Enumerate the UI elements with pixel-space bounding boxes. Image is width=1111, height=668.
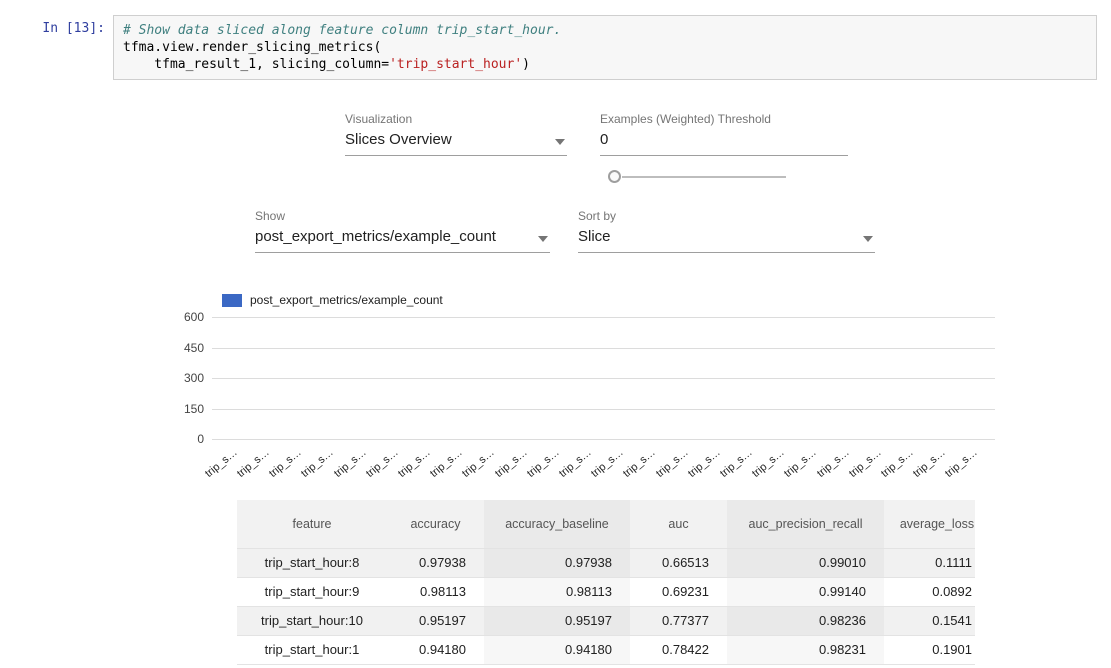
sort-by-value: Slice: [578, 228, 611, 245]
metric-cell: 0.97938: [484, 548, 630, 577]
metric-cell: 0.77377: [630, 606, 727, 635]
slider-thumb[interactable]: [608, 170, 621, 183]
chevron-down-icon: [538, 236, 548, 242]
metric-cell: 0.0892: [884, 577, 975, 606]
y-axis: 0150300450600: [158, 317, 204, 439]
legend-swatch: [222, 294, 242, 307]
code-line-2: tfma.view.render_slicing_metrics(: [123, 40, 381, 55]
visualization-control: Visualization Slices Overview: [345, 112, 567, 156]
visualization-value: Slices Overview: [345, 131, 452, 148]
metric-cell: 0.78422: [630, 635, 727, 664]
code-line-3-pre: tfma_result_1, slicing_column=: [123, 57, 389, 72]
metric-cell: 0.95197: [387, 606, 484, 635]
threshold-slider[interactable]: [608, 169, 786, 185]
metric-cell: 0.98231: [727, 635, 884, 664]
table-body: trip_start_hour:80.979380.979380.665130.…: [237, 548, 975, 664]
code-editor[interactable]: # Show data sliced along feature column …: [123, 22, 1087, 73]
column-header: auc: [630, 500, 727, 548]
metric-cell: 0.1901: [884, 635, 975, 664]
y-tick-label: 0: [158, 432, 204, 446]
threshold-value: 0: [600, 131, 608, 148]
show-value: post_export_metrics/example_count: [255, 228, 496, 245]
feature-cell: trip_start_hour:9: [237, 577, 387, 606]
column-header: auc_precision_recall: [727, 500, 884, 548]
metrics-table: featureaccuracyaccuracy_baselineaucauc_p…: [237, 500, 975, 665]
y-tick-label: 450: [158, 341, 204, 355]
feature-cell: trip_start_hour:1: [237, 635, 387, 664]
y-tick-label: 150: [158, 402, 204, 416]
column-header: average_loss: [884, 500, 975, 548]
metrics-table-container: featureaccuracyaccuracy_baselineaucauc_p…: [237, 500, 975, 668]
y-tick-label: 300: [158, 371, 204, 385]
show-label: Show: [255, 209, 550, 223]
metric-cell: 0.95197: [484, 606, 630, 635]
visualization-dropdown[interactable]: Slices Overview: [345, 131, 567, 156]
code-string-literal: 'trip_start_hour': [389, 57, 522, 72]
x-tick: trip_s…: [958, 441, 990, 477]
chevron-down-icon: [863, 236, 873, 242]
metric-cell: 0.94180: [484, 635, 630, 664]
legend-label: post_export_metrics/example_count: [250, 293, 443, 307]
bar-chart-plot-area: [212, 317, 995, 439]
code-comment: # Show data sliced along feature column …: [123, 23, 561, 38]
sort-by-dropdown[interactable]: Slice: [578, 228, 875, 253]
metric-cell: 0.1111: [884, 548, 975, 577]
code-line-3-post: ): [522, 57, 530, 72]
metric-cell: 0.99010: [727, 548, 884, 577]
code-cell[interactable]: # Show data sliced along feature column …: [113, 15, 1097, 80]
threshold-input[interactable]: 0: [600, 131, 848, 156]
cell-prompt: In [13]:: [0, 21, 105, 36]
bars: [212, 317, 995, 439]
metric-cell: 0.97938: [387, 548, 484, 577]
chevron-down-icon: [555, 139, 565, 145]
show-control: Show post_export_metrics/example_count: [255, 209, 550, 253]
metric-cell: 0.98113: [484, 577, 630, 606]
metric-cell: 0.66513: [630, 548, 727, 577]
column-header: feature: [237, 500, 387, 548]
column-header: accuracy: [387, 500, 484, 548]
feature-cell: trip_start_hour:10: [237, 606, 387, 635]
table-row: trip_start_hour:80.979380.979380.665130.…: [237, 548, 975, 577]
tfma-notebook-view: In [13]: # Show data sliced along featur…: [0, 0, 1111, 668]
slider-track[interactable]: [622, 176, 786, 178]
visualization-label: Visualization: [345, 112, 567, 126]
x-tick-label: trip_s…: [203, 446, 240, 480]
table-header-row: featureaccuracyaccuracy_baselineaucauc_p…: [237, 500, 975, 548]
metric-cell: 0.94180: [387, 635, 484, 664]
metric-cell: 0.99140: [727, 577, 884, 606]
metric-cell: 0.69231: [630, 577, 727, 606]
chart-legend: post_export_metrics/example_count: [222, 293, 443, 307]
gridline: [212, 439, 995, 440]
show-dropdown[interactable]: post_export_metrics/example_count: [255, 228, 550, 253]
table-row: trip_start_hour:90.981130.981130.692310.…: [237, 577, 975, 606]
metric-cell: 0.1541: [884, 606, 975, 635]
threshold-label: Examples (Weighted) Threshold: [600, 112, 848, 126]
threshold-control: Examples (Weighted) Threshold 0: [600, 112, 848, 156]
metric-cell: 0.98236: [727, 606, 884, 635]
column-header: accuracy_baseline: [484, 500, 630, 548]
feature-cell: trip_start_hour:8: [237, 548, 387, 577]
table-row: trip_start_hour:10.941800.941800.784220.…: [237, 635, 975, 664]
x-axis-labels: trip_s…trip_s…trip_s…trip_s…trip_s…trip_…: [212, 441, 995, 477]
sort-by-control: Sort by Slice: [578, 209, 875, 253]
sort-by-label: Sort by: [578, 209, 875, 223]
y-tick-label: 600: [158, 310, 204, 324]
table-row: trip_start_hour:100.951970.951970.773770…: [237, 606, 975, 635]
metric-cell: 0.98113: [387, 577, 484, 606]
